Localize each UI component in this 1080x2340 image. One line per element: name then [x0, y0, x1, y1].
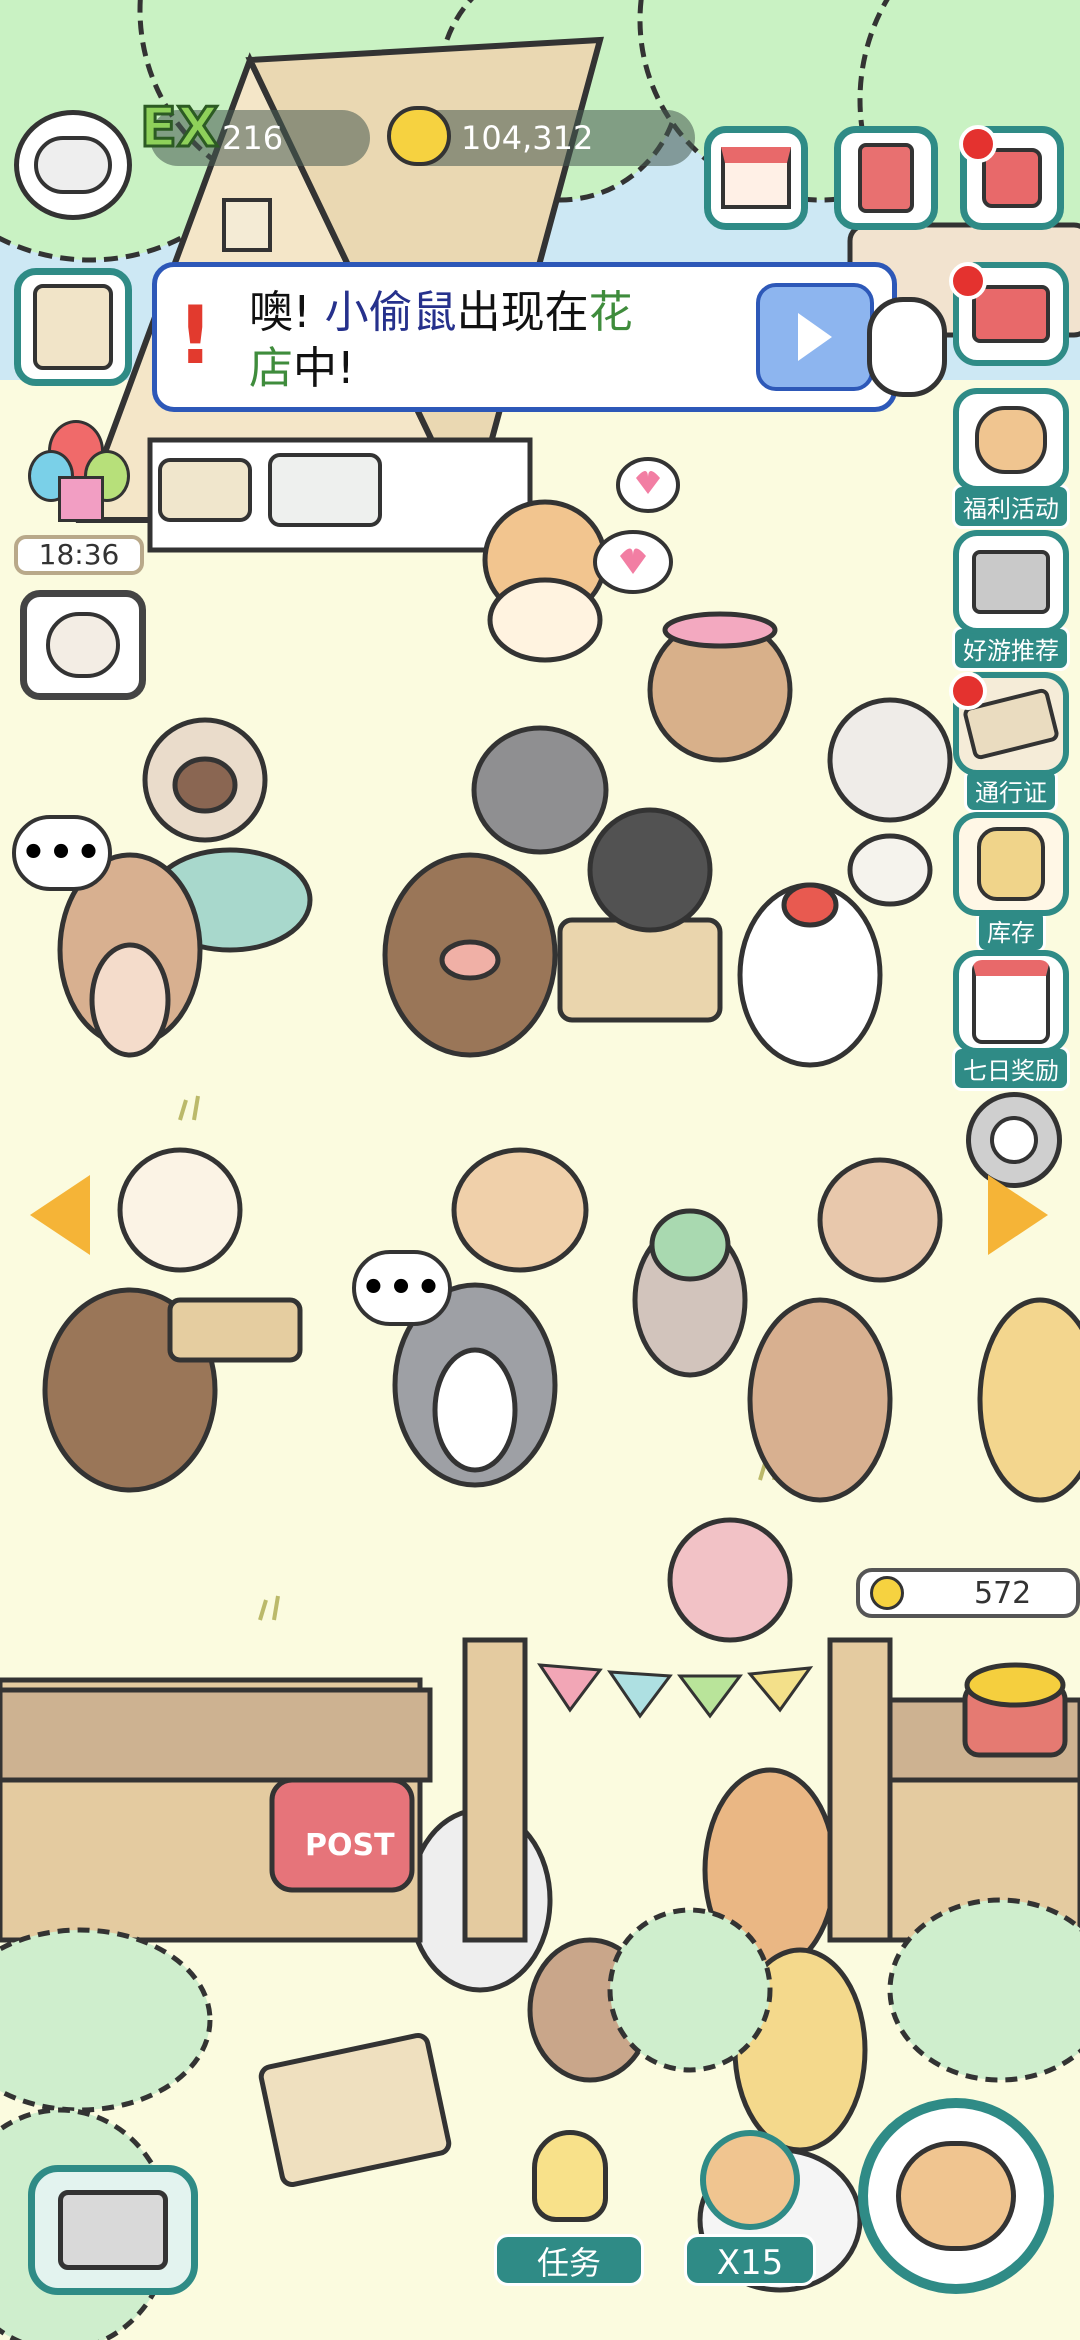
notice-place-a: 花 [588, 287, 633, 338]
cat-megaphone-icon [700, 2130, 800, 2230]
right-arrow-icon[interactable] [988, 1175, 1048, 1255]
notice-mid: 出现在 [456, 287, 589, 338]
mailbox-button[interactable] [959, 125, 1064, 230]
shop-icon [721, 147, 791, 209]
coin-stand-counter: 572 [856, 1568, 1080, 1618]
side-menu-top-box[interactable] [946, 262, 1076, 366]
alert-icon: ! [177, 289, 214, 382]
cat-box-gift-icon [949, 262, 1069, 366]
lightbulb-icon [532, 2130, 608, 2222]
settings-gear-icon[interactable] [966, 1092, 1062, 1188]
speech-bubble-center: ••• [352, 1250, 452, 1326]
map-scroll-icon [33, 284, 113, 370]
exp-value: 216 [222, 119, 284, 157]
side-menu-pass[interactable]: 通行证 [946, 672, 1076, 813]
left-arrow-icon[interactable] [30, 1175, 90, 1255]
cat-box-icon [953, 530, 1069, 634]
sheep-avatar-icon [34, 136, 112, 194]
event-timer: 18:36 [14, 535, 144, 575]
coin-stand-value: 572 [974, 1575, 1032, 1611]
friend-cat-button[interactable] [20, 590, 146, 700]
notice-suffix: 中! [293, 343, 355, 394]
balloons-icon [28, 420, 130, 522]
coin-icon [870, 1576, 904, 1610]
notification-dot [949, 672, 987, 710]
side-menu-recommend[interactable]: 好游推荐 [946, 530, 1076, 671]
post-mailbox: POST [269, 1777, 415, 1893]
pass-ticket-icon [949, 672, 1069, 776]
side-menu-seven-day[interactable]: 七日奖励 [946, 950, 1076, 1091]
side-menu-inventory[interactable]: 库存 [946, 812, 1076, 953]
cat-face-icon [46, 612, 120, 678]
coin-value: 104,312 [461, 119, 594, 157]
shop-button[interactable] [704, 126, 808, 230]
exp-label: EX [139, 95, 221, 161]
album-book-icon [858, 143, 914, 213]
map-button[interactable] [14, 268, 132, 386]
player-avatar[interactable] [14, 110, 132, 220]
coin-display: 104,312 [387, 106, 695, 166]
notice-thief: 小偷鼠 [324, 287, 457, 338]
big-cat-megaphone-button[interactable] [858, 2098, 1054, 2294]
cat-megaphone-icon [953, 388, 1069, 492]
multiplier-label: X15 [684, 2234, 816, 2286]
event-notice-banner[interactable]: ! 噢! 小偷鼠出现在花 店中! [152, 262, 947, 412]
task-label: 任务 [494, 2234, 644, 2286]
calendar-icon [953, 950, 1069, 1054]
notice-place-b: 店 [249, 343, 293, 394]
play-arrow-icon [798, 313, 832, 361]
notification-dot [959, 125, 997, 163]
exp-display: EX 216 [139, 95, 370, 166]
gold-pot [962, 1662, 1068, 1758]
multiplier-button[interactable]: X15 [680, 2130, 820, 2290]
storage-box-button[interactable] [28, 2165, 198, 2295]
backpack-icon [953, 812, 1069, 916]
pointing-hand-icon [867, 297, 947, 397]
coin-icon [387, 106, 451, 166]
album-button[interactable] [834, 126, 938, 230]
speech-bubble-left: ••• [12, 815, 112, 891]
svg-text:POST: POST [305, 1828, 395, 1863]
notice-go-button[interactable] [756, 283, 874, 391]
box-icon [58, 2190, 168, 2270]
notice-prefix: 噢! [249, 287, 325, 338]
cat-face-icon [896, 2141, 1016, 2251]
balloon-event-button[interactable] [14, 420, 144, 530]
side-menu-welfare[interactable]: 福利活动 [946, 388, 1076, 529]
notice-text: 噢! 小偷鼠出现在花 店中! [249, 285, 633, 397]
task-button[interactable]: 任务 [490, 2130, 650, 2290]
notification-dot [949, 262, 987, 300]
